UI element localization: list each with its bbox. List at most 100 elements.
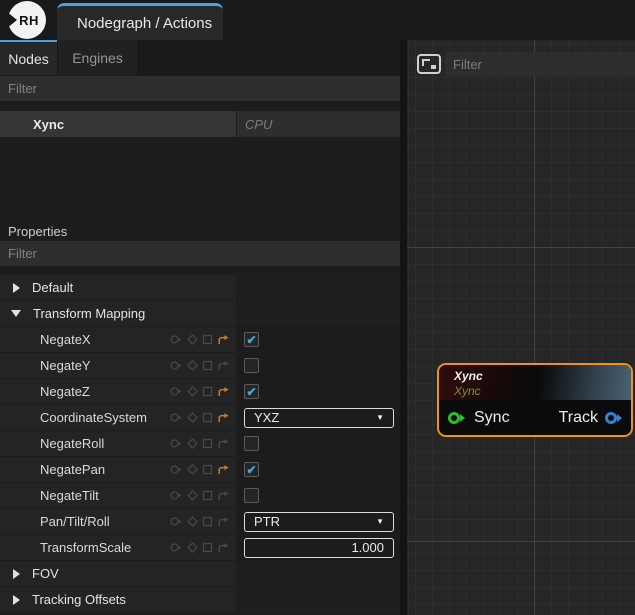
driver-circle-icon[interactable] bbox=[170, 490, 183, 501]
nodes-filter-input[interactable]: Filter bbox=[0, 76, 400, 101]
property-row-right bbox=[237, 431, 400, 456]
keyframe-diamond-icon[interactable] bbox=[187, 334, 198, 345]
tab-engines[interactable]: Engines bbox=[58, 40, 137, 75]
driver-circle-icon[interactable] bbox=[170, 438, 183, 449]
chevron-right-icon[interactable] bbox=[13, 569, 20, 579]
keyframe-diamond-icon[interactable] bbox=[187, 360, 198, 371]
number-input[interactable]: 1.000 bbox=[244, 538, 394, 558]
property-row-right bbox=[237, 353, 400, 378]
property-label: NegateTilt bbox=[40, 488, 99, 503]
keyframe-diamond-icon[interactable] bbox=[187, 438, 198, 449]
app-logo-icon[interactable]: RH bbox=[8, 1, 46, 39]
node-engine: CPU bbox=[245, 117, 272, 132]
input-port-sync[interactable]: Sync bbox=[448, 409, 510, 427]
expression-square-icon[interactable] bbox=[202, 438, 213, 449]
group-label: FOV bbox=[32, 566, 59, 581]
checkbox[interactable]: ✔ bbox=[244, 384, 259, 399]
group-row-tracking-offsets[interactable]: Tracking Offsets bbox=[0, 587, 400, 612]
revert-default-arrow-icon[interactable] bbox=[217, 542, 230, 553]
expression-square-icon[interactable] bbox=[202, 464, 213, 475]
revert-default-arrow-icon[interactable] bbox=[217, 438, 230, 449]
expression-square-icon[interactable] bbox=[202, 542, 213, 553]
property-label: NegateX bbox=[40, 332, 91, 347]
group-label: Transform Mapping bbox=[33, 306, 145, 321]
driver-circle-icon[interactable] bbox=[170, 334, 183, 345]
expression-square-icon[interactable] bbox=[202, 412, 213, 423]
dropdown[interactable]: YXZ ▼ bbox=[244, 408, 394, 428]
dropdown[interactable]: PTR ▼ bbox=[244, 512, 394, 532]
node-list-engine-cell[interactable]: CPU bbox=[237, 111, 400, 137]
keyframe-diamond-icon[interactable] bbox=[187, 516, 198, 527]
revert-default-arrow-icon[interactable] bbox=[217, 386, 230, 397]
checkbox[interactable] bbox=[244, 488, 259, 503]
fit-view-button[interactable] bbox=[417, 54, 441, 74]
keyframe-diamond-icon[interactable] bbox=[187, 386, 198, 397]
chevron-right-icon[interactable] bbox=[13, 595, 20, 605]
driver-circle-icon[interactable] bbox=[170, 386, 183, 397]
expression-square-icon[interactable] bbox=[202, 334, 213, 345]
property-row-left: NegateZ bbox=[0, 379, 236, 404]
tab-nodegraph-actions[interactable]: Nodegraph / Actions bbox=[57, 3, 223, 40]
group-row-fov[interactable]: FOV bbox=[0, 561, 400, 586]
property-row-left: NegatePan bbox=[0, 457, 236, 482]
property-row-left: NegateY bbox=[0, 353, 236, 378]
keyframe-diamond-icon[interactable] bbox=[187, 542, 198, 553]
group-row-transform-mapping[interactable]: Transform Mapping bbox=[0, 301, 400, 326]
driver-circle-icon[interactable] bbox=[170, 464, 183, 475]
group-row-left[interactable]: Transform Mapping bbox=[0, 301, 236, 326]
property-state-icons bbox=[170, 353, 230, 378]
revert-default-arrow-icon[interactable] bbox=[217, 412, 230, 423]
driver-circle-icon[interactable] bbox=[170, 516, 183, 527]
revert-default-arrow-icon[interactable] bbox=[217, 360, 230, 371]
group-label: Default bbox=[32, 280, 73, 295]
property-row-left: NegateTilt bbox=[0, 483, 236, 508]
checkbox[interactable]: ✔ bbox=[244, 462, 259, 477]
output-port-track[interactable]: Track bbox=[559, 409, 622, 427]
group-row-left[interactable]: FOV bbox=[0, 561, 236, 586]
expression-square-icon[interactable] bbox=[202, 386, 213, 397]
graph-node-xync[interactable]: Xync Xync Sync Track bbox=[437, 363, 633, 437]
checkbox[interactable] bbox=[244, 358, 259, 373]
revert-default-arrow-icon[interactable] bbox=[217, 464, 230, 475]
property-row-right: ✔ bbox=[237, 457, 400, 482]
driver-circle-icon[interactable] bbox=[170, 412, 183, 423]
nodegraph-canvas[interactable]: Filter Xync Xync Sync Track bbox=[407, 40, 635, 615]
property-row-negateroll: NegateRoll bbox=[0, 431, 400, 456]
node-list-name-cell[interactable]: Xync bbox=[0, 111, 236, 137]
chevron-down-icon[interactable] bbox=[11, 310, 21, 317]
keyframe-diamond-icon[interactable] bbox=[187, 412, 198, 423]
revert-default-arrow-icon[interactable] bbox=[217, 334, 230, 345]
property-label: NegateY bbox=[40, 358, 91, 373]
group-row-right bbox=[237, 275, 400, 300]
property-label: NegatePan bbox=[40, 462, 105, 477]
revert-default-arrow-icon[interactable] bbox=[217, 516, 230, 527]
group-row-left[interactable]: Tracking Offsets bbox=[0, 587, 236, 612]
left-panel: Nodes Engines Filter Xync CPU Properties… bbox=[0, 40, 400, 615]
chevron-right-icon[interactable] bbox=[13, 283, 20, 293]
properties-title: Properties bbox=[8, 224, 67, 239]
properties-filter-input[interactable]: Filter bbox=[0, 241, 400, 266]
keyframe-diamond-icon[interactable] bbox=[187, 490, 198, 501]
keyframe-diamond-icon[interactable] bbox=[187, 464, 198, 475]
input-port-icon[interactable] bbox=[448, 412, 460, 424]
tab-nodes[interactable]: Nodes bbox=[0, 40, 57, 75]
revert-default-arrow-icon[interactable] bbox=[217, 490, 230, 501]
graph-node-header[interactable]: Xync Xync bbox=[439, 365, 631, 400]
expression-square-icon[interactable] bbox=[202, 516, 213, 527]
group-row-default[interactable]: Default bbox=[0, 275, 400, 300]
graph-node-subtitle: Xync bbox=[454, 384, 631, 398]
group-row-left[interactable]: Default bbox=[0, 275, 236, 300]
expression-square-icon[interactable] bbox=[202, 490, 213, 501]
property-label: NegateRoll bbox=[40, 436, 104, 451]
checkbox[interactable] bbox=[244, 436, 259, 451]
expression-square-icon[interactable] bbox=[202, 360, 213, 371]
property-row-negatey: NegateY bbox=[0, 353, 400, 378]
output-port-icon[interactable] bbox=[605, 412, 617, 424]
fit-corner-icon bbox=[422, 59, 430, 66]
driver-circle-icon[interactable] bbox=[170, 542, 183, 553]
canvas-filter-input[interactable]: Filter bbox=[445, 52, 635, 76]
tree-gap bbox=[0, 266, 400, 275]
driver-circle-icon[interactable] bbox=[170, 360, 183, 371]
node-list-row[interactable]: Xync CPU bbox=[0, 111, 400, 137]
checkbox[interactable]: ✔ bbox=[244, 332, 259, 347]
